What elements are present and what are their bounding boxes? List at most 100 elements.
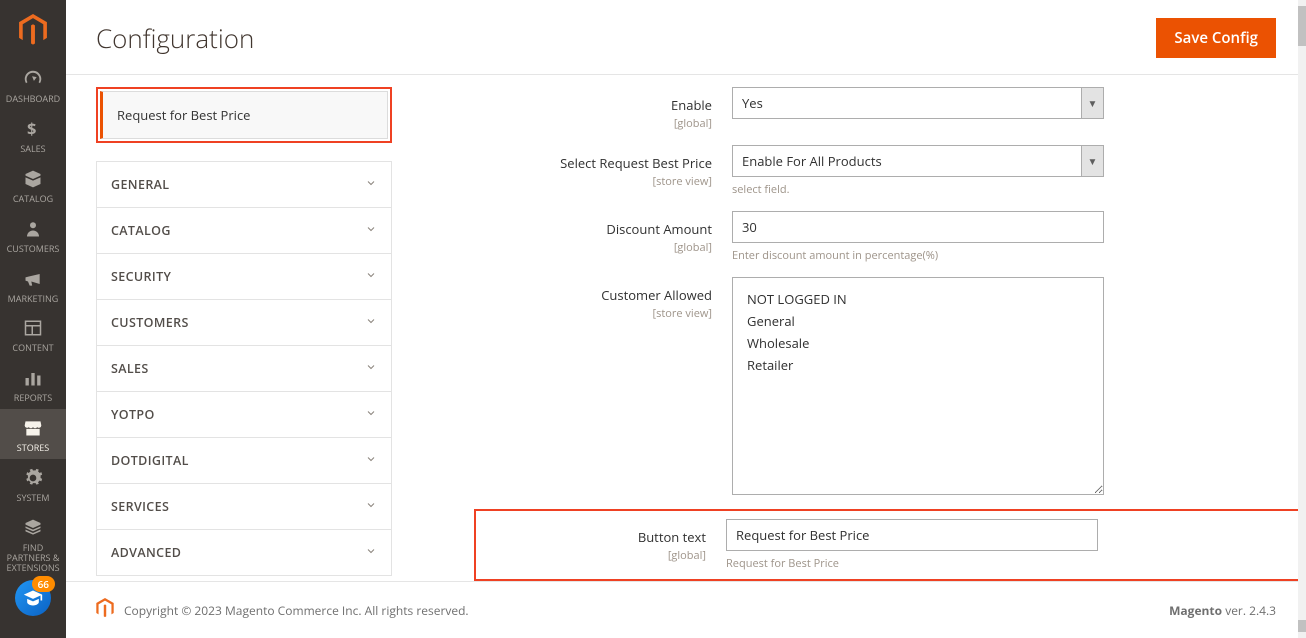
sidebar-item-partners[interactable]: FIND PARTNERS & EXTENSIONS <box>0 509 66 579</box>
page-header: Configuration Save Config <box>66 0 1306 74</box>
main-content: Configuration Save Config Request for Be… <box>66 0 1306 638</box>
page-footer: Copyright © 2023 Magento Commerce Inc. A… <box>66 581 1306 638</box>
field-hint: Enter discount amount in percentage(%) <box>732 248 1104 263</box>
chevron-down-icon <box>365 222 377 239</box>
svg-text:$: $ <box>27 118 36 140</box>
highlight-box-button-text: Button text[global] Request for Best Pri… <box>474 509 1306 581</box>
field-scope: [store view] <box>482 174 712 189</box>
config-section-catalog[interactable]: CATALOG <box>97 208 391 254</box>
sidebar-item-catalog[interactable]: CATALOG <box>0 160 66 210</box>
section-label: ADVANCED <box>111 544 181 561</box>
field-scope: [global] <box>482 116 712 131</box>
sidebar-item-dashboard[interactable]: DASHBOARD <box>0 60 66 110</box>
field-button-text: Button text[global] Request for Best Pri… <box>476 519 1306 571</box>
magento-logo-icon <box>96 598 114 622</box>
section-label: SALES <box>111 360 149 377</box>
highlight-box-tab: Request for Best Price <box>96 87 392 143</box>
chevron-down-icon <box>365 452 377 469</box>
magento-logo[interactable] <box>0 0 66 60</box>
config-section-dotdigital[interactable]: DOTDIGITAL <box>97 438 391 484</box>
person-icon <box>24 218 42 240</box>
chevron-down-icon: ▼ <box>1081 88 1103 118</box>
layout-icon <box>23 317 43 339</box>
admin-sidebar: DASHBOARD $ SALES CATALOG CUSTOMERS MARKE… <box>0 0 66 638</box>
chevron-down-icon <box>365 406 377 423</box>
sidebar-label: STORES <box>17 443 49 453</box>
customer-allowed-multiselect[interactable]: NOT LOGGED IN General Wholesale Retailer <box>732 277 1104 495</box>
box-icon <box>23 168 43 190</box>
field-label: Discount Amount <box>606 220 712 238</box>
scrollbar-track[interactable] <box>1298 0 1306 638</box>
button-text-input[interactable] <box>726 519 1098 551</box>
field-customer-allowed: Customer Allowed [store view] NOT LOGGED … <box>482 277 1276 495</box>
dollar-icon: $ <box>24 118 42 140</box>
discount-input[interactable] <box>732 211 1104 243</box>
multiselect-option[interactable]: Retailer <box>747 354 1089 376</box>
sidebar-item-content[interactable]: CONTENT <box>0 309 66 359</box>
graduation-widget[interactable]: 66 <box>15 580 51 616</box>
multiselect-option[interactable]: General <box>747 310 1089 332</box>
chevron-down-icon <box>365 268 377 285</box>
field-label: Button text <box>638 528 706 546</box>
sidebar-label: CATALOG <box>13 194 53 204</box>
config-section-customers[interactable]: CUSTOMERS <box>97 300 391 346</box>
page-title: Configuration <box>96 20 254 56</box>
config-section-list: GENERAL CATALOG SECURITY CUSTOMERS SALES… <box>96 161 392 576</box>
save-config-button[interactable]: Save Config <box>1156 18 1276 58</box>
active-config-tab[interactable]: Request for Best Price <box>100 91 388 139</box>
config-section-sales[interactable]: SALES <box>97 346 391 392</box>
field-scope: [store view] <box>482 306 712 321</box>
chevron-down-icon <box>365 360 377 377</box>
config-nav: Request for Best Price GENERAL CATALOG S… <box>96 87 392 576</box>
sidebar-label: REPORTS <box>14 393 52 403</box>
sidebar-item-system[interactable]: SYSTEM <box>0 459 66 509</box>
scrollbar-thumb[interactable] <box>1298 6 1306 46</box>
sidebar-label: CONTENT <box>12 343 53 353</box>
notification-badge: 66 <box>32 576 55 592</box>
scrollbar-thumb[interactable] <box>1298 620 1306 632</box>
sidebar-label: SALES <box>20 144 45 154</box>
multiselect-option[interactable]: NOT LOGGED IN <box>747 288 1089 310</box>
dashboard-icon <box>22 68 44 90</box>
config-section-security[interactable]: SECURITY <box>97 254 391 300</box>
multiselect-option[interactable]: Wholesale <box>747 332 1089 354</box>
config-section-advanced[interactable]: ADVANCED <box>97 530 391 576</box>
copyright-text: Copyright © 2023 Magento Commerce Inc. A… <box>124 602 469 619</box>
field-enable: Enable [global] Yes▼ <box>482 87 1276 131</box>
config-section-general[interactable]: GENERAL <box>97 162 391 208</box>
select-value: Enable For All Products <box>733 146 1081 176</box>
section-label: DOTDIGITAL <box>111 452 189 469</box>
chevron-down-icon <box>365 544 377 561</box>
sidebar-item-sales[interactable]: $ SALES <box>0 110 66 160</box>
section-label: SERVICES <box>111 498 169 515</box>
section-label: YOTPO <box>111 406 155 423</box>
megaphone-icon <box>23 268 43 290</box>
field-label: Enable <box>671 96 712 114</box>
gear-icon <box>23 467 43 489</box>
sidebar-item-marketing[interactable]: MARKETING <box>0 260 66 310</box>
version-text: Magento ver. 2.4.3 <box>1169 602 1276 619</box>
chevron-down-icon: ▼ <box>1081 146 1103 176</box>
config-form: Enable[global] Yes▼ Select Request Best … <box>392 87 1276 581</box>
sidebar-label: MARKETING <box>8 294 59 304</box>
config-content: Request for Best Price GENERAL CATALOG S… <box>66 75 1306 621</box>
chart-icon <box>23 367 43 389</box>
select-request-select[interactable]: Enable For All Products▼ <box>732 145 1104 177</box>
sidebar-label: SYSTEM <box>17 493 50 503</box>
field-hint: select field. <box>732 182 1104 197</box>
sidebar-item-customers[interactable]: CUSTOMERS <box>0 210 66 260</box>
section-label: GENERAL <box>111 176 169 193</box>
field-label: Customer Allowed <box>601 286 712 304</box>
sidebar-item-reports[interactable]: REPORTS <box>0 359 66 409</box>
chevron-down-icon <box>365 498 377 515</box>
sidebar-item-stores[interactable]: STORES <box>0 409 66 459</box>
chevron-down-icon <box>365 314 377 331</box>
config-section-yotpo[interactable]: YOTPO <box>97 392 391 438</box>
puzzle-icon <box>23 517 43 539</box>
section-label: CUSTOMERS <box>111 314 189 331</box>
store-icon <box>23 417 43 439</box>
config-section-services[interactable]: SERVICES <box>97 484 391 530</box>
select-value: Yes <box>733 88 1081 118</box>
enable-select[interactable]: Yes▼ <box>732 87 1104 119</box>
sidebar-label: DASHBOARD <box>6 94 60 104</box>
